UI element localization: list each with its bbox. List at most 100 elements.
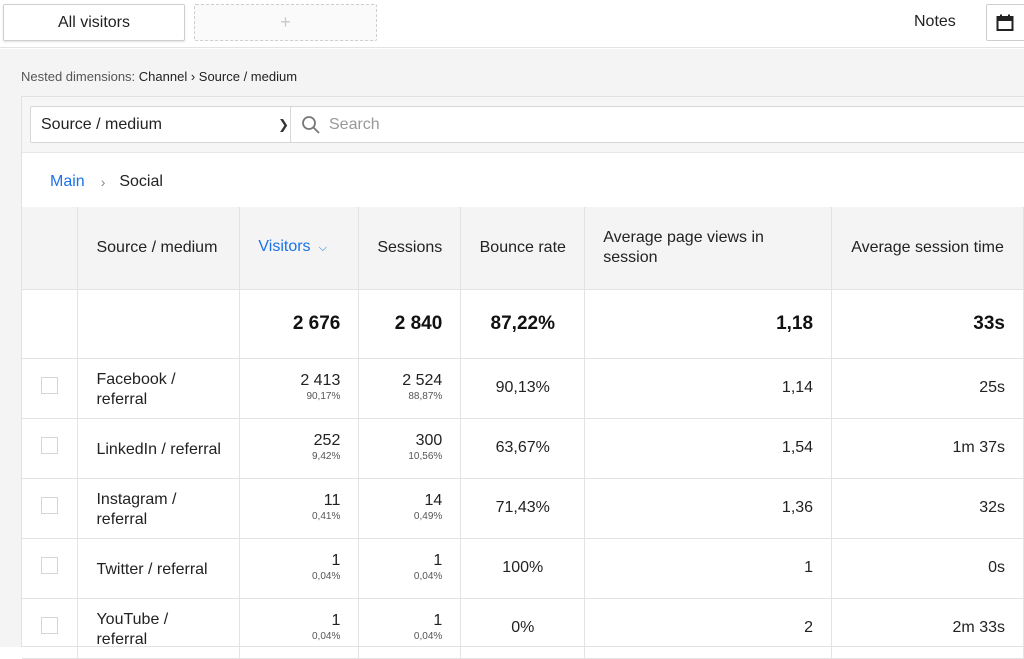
- row-bounce-rate: 90,13%: [460, 358, 586, 419]
- row-sessions-share: 10,56%: [408, 451, 443, 462]
- row-bounce-rate: 0%: [460, 598, 586, 659]
- row-visitors: 1 0,04%: [239, 598, 360, 659]
- totals-session-time: 33s: [831, 289, 1024, 359]
- totals-page-views: 1,18: [584, 289, 833, 359]
- breadcrumb: Main › Social: [50, 173, 163, 191]
- header-visitors-label: Visitors: [258, 238, 311, 256]
- row-visitors-share: 0,04%: [312, 631, 341, 642]
- report-panel: Source / medium ❯ Main › Social Source /…: [21, 96, 1024, 659]
- row-visitors: 252 9,42%: [239, 418, 360, 479]
- row-visitors-value: 1: [331, 552, 341, 569]
- row-visitors-value: 11: [323, 492, 341, 509]
- report-table: Source / medium Visitors ⌵ Sessions Bounc…: [22, 207, 1024, 659]
- row-sessions: 2 524 88,87%: [358, 358, 462, 419]
- row-visitors-value: 2 413: [300, 372, 341, 389]
- table-body: Facebook / referral 2 413 90,17% 2 524 88,87…: [22, 358, 1024, 659]
- row-sessions-share: 88,87%: [408, 391, 443, 402]
- totals-row: 2 676 2 840 87,22% 1,18 33s: [22, 289, 1024, 359]
- row-sessions-value: 14: [424, 492, 443, 509]
- row-page-views: 2: [584, 598, 833, 659]
- row-checkbox-cell: [22, 418, 79, 479]
- row-source-medium[interactable]: Twitter / referral: [77, 538, 241, 599]
- row-sessions: 1 0,04%: [358, 598, 462, 659]
- nested-prefix: Nested dimensions:: [21, 69, 136, 84]
- row-source-medium[interactable]: Instagram / referral: [77, 478, 241, 539]
- nested-path: Channel › Source / medium: [138, 69, 298, 84]
- dimension-select-value: Source / medium: [41, 115, 162, 133]
- table-header-row: Source / medium Visitors ⌵ Sessions Bounc…: [22, 207, 1024, 290]
- breadcrumb-current: Social: [119, 173, 163, 190]
- sort-descending-icon: ⌵: [318, 242, 327, 255]
- add-segment-button[interactable]: +: [194, 4, 377, 41]
- row-checkbox-cell: [22, 358, 79, 419]
- search-icon: [302, 115, 320, 134]
- table-row[interactable]: Twitter / referral 1 0,04% 1 0,04% 100% 1 0s: [22, 538, 1024, 599]
- row-sessions: 300 10,56%: [358, 418, 462, 479]
- row-visitors-value: 252: [313, 432, 341, 449]
- table-row[interactable]: YouTube / referral 1 0,04% 1 0,04% 0% 2 2m 33s: [22, 598, 1024, 659]
- header-source-medium[interactable]: Source / medium: [77, 207, 241, 290]
- row-visitors: 11 0,41%: [239, 478, 360, 539]
- row-session-time: 32s: [831, 478, 1024, 539]
- filter-bar: Source / medium ❯: [22, 97, 1024, 153]
- chevron-down-icon: ❯: [278, 117, 289, 132]
- row-source-medium[interactable]: YouTube / referral: [77, 598, 241, 659]
- row-checkbox-cell: [22, 598, 79, 659]
- row-visitors-value: 1: [331, 612, 341, 629]
- header-average-page-views[interactable]: Average page views in session: [584, 207, 833, 290]
- row-source-medium[interactable]: Facebook / referral: [77, 358, 241, 419]
- row-checkbox[interactable]: [41, 377, 59, 394]
- row-visitors-share: 9,42%: [312, 451, 341, 462]
- row-visitors-share: 90,17%: [306, 391, 341, 402]
- search-input[interactable]: [329, 115, 929, 134]
- totals-visitors: 2 676: [239, 289, 360, 359]
- header-visitors[interactable]: Visitors ⌵: [239, 207, 360, 290]
- row-page-views: 1,36: [584, 478, 833, 539]
- totals-empty-cell: [22, 289, 79, 359]
- segment-all-visitors-button[interactable]: All visitors: [3, 4, 185, 41]
- row-sessions-value: 1: [433, 552, 443, 569]
- row-bounce-rate: 71,43%: [460, 478, 586, 539]
- row-visitors: 1 0,04%: [239, 538, 360, 599]
- header-average-session-time[interactable]: Average session time: [831, 207, 1024, 290]
- search-box[interactable]: [290, 106, 1024, 143]
- row-sessions: 1 0,04%: [358, 538, 462, 599]
- row-checkbox-cell: [22, 538, 79, 599]
- row-sessions-share: 0,04%: [413, 631, 443, 642]
- row-visitors: 2 413 90,17%: [239, 358, 360, 419]
- row-source-medium[interactable]: LinkedIn / referral: [77, 418, 241, 479]
- row-bounce-rate: 63,67%: [460, 418, 586, 479]
- totals-label-cell: [77, 289, 241, 359]
- dimension-select[interactable]: Source / medium ❯: [30, 106, 302, 143]
- breadcrumb-main-link[interactable]: Main: [50, 173, 85, 191]
- row-sessions-share: 0,04%: [413, 571, 443, 582]
- row-session-time: 0s: [831, 538, 1024, 599]
- row-sessions-value: 1: [433, 612, 443, 629]
- header-checkbox-column: [22, 207, 79, 290]
- row-page-views: 1: [584, 538, 833, 599]
- row-visitors-share: 0,41%: [312, 511, 341, 522]
- notes-link[interactable]: Notes: [914, 13, 956, 31]
- header-bounce-rate[interactable]: Bounce rate: [460, 207, 586, 290]
- header-sessions[interactable]: Sessions: [358, 207, 462, 290]
- row-visitors-share: 0,04%: [312, 571, 341, 582]
- row-session-time: 2m 33s: [831, 598, 1024, 659]
- row-checkbox[interactable]: [41, 557, 59, 574]
- row-sessions: 14 0,49%: [358, 478, 462, 539]
- row-checkbox-cell: [22, 478, 79, 539]
- row-session-time: 25s: [831, 358, 1024, 419]
- row-sessions-value: 300: [415, 432, 443, 449]
- row-bounce-rate: 100%: [460, 538, 586, 599]
- table-row[interactable]: Facebook / referral 2 413 90,17% 2 524 88,87…: [22, 358, 1024, 419]
- row-session-time: 1m 37s: [831, 418, 1024, 479]
- row-checkbox[interactable]: [41, 617, 59, 634]
- row-checkbox[interactable]: [41, 437, 59, 454]
- row-checkbox[interactable]: [41, 497, 59, 514]
- table-row[interactable]: Instagram / referral 11 0,41% 14 0,49% 71,43%…: [22, 478, 1024, 539]
- calendar-button[interactable]: [986, 4, 1024, 41]
- totals-sessions: 2 840: [358, 289, 462, 359]
- table-row[interactable]: LinkedIn / referral 252 9,42% 300 10,56% 63,6…: [22, 418, 1024, 479]
- row-page-views: 1,14: [584, 358, 833, 419]
- row-sessions-value: 2 524: [402, 372, 443, 389]
- calendar-icon: [996, 14, 1014, 31]
